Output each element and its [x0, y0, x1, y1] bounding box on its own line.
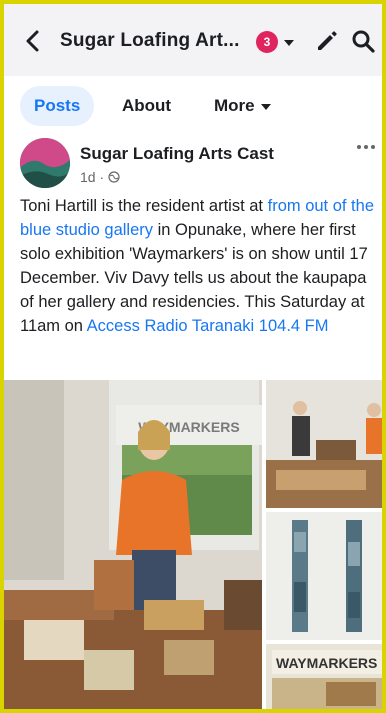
- avatar[interactable]: [20, 138, 70, 188]
- radio-link[interactable]: Access Radio Taranaki 104.4 FM: [87, 317, 329, 335]
- tab-more[interactable]: More: [214, 86, 271, 126]
- account-switch-button[interactable]: [282, 36, 296, 50]
- chevron-down-icon: [284, 40, 294, 46]
- post-meta: 1d ·: [80, 169, 120, 185]
- notification-badge[interactable]: 3: [256, 31, 278, 53]
- search-button[interactable]: [350, 28, 376, 54]
- page-title: Sugar Loafing Art...: [60, 30, 240, 51]
- post-body: Toni Hartill is the resident artist at f…: [20, 194, 380, 338]
- tab-about[interactable]: About: [122, 86, 171, 126]
- photo-grid: WAYMARKERS WAYMARKERS: [4, 380, 382, 709]
- app-frame: Sugar Loafing Art... 3 Posts About More …: [4, 4, 382, 709]
- more-dots-icon: [357, 145, 375, 149]
- poster-text: WAYMARKERS: [276, 655, 377, 671]
- tab-posts[interactable]: Posts: [20, 86, 95, 126]
- back-arrow-icon: [26, 30, 39, 52]
- photo-poster[interactable]: WAYMARKERS: [266, 644, 382, 709]
- pencil-icon: [318, 31, 337, 50]
- photo-art-scrolls[interactable]: [266, 512, 382, 640]
- page-tabs: Posts About More: [4, 76, 382, 132]
- globe-icon: [108, 171, 120, 183]
- post-time[interactable]: 1d ·: [80, 169, 104, 185]
- top-bar: Sugar Loafing Art... 3: [4, 4, 382, 76]
- tab-more-label: More: [214, 96, 255, 115]
- back-button[interactable]: [18, 24, 48, 58]
- search-icon: [352, 30, 375, 53]
- edit-button[interactable]: [314, 28, 340, 54]
- post-author[interactable]: Sugar Loafing Arts Cast: [80, 144, 274, 164]
- tab-posts-label: Posts: [34, 96, 81, 115]
- chevron-down-icon: [260, 103, 271, 110]
- tab-about-label: About: [122, 96, 172, 115]
- post-options-button[interactable]: [354, 140, 378, 154]
- photo-artist[interactable]: WAYMARKERS: [4, 380, 262, 709]
- photo-exhibition-room[interactable]: [266, 380, 382, 508]
- post-text-part: Toni Hartill is the resident artist at: [20, 197, 268, 215]
